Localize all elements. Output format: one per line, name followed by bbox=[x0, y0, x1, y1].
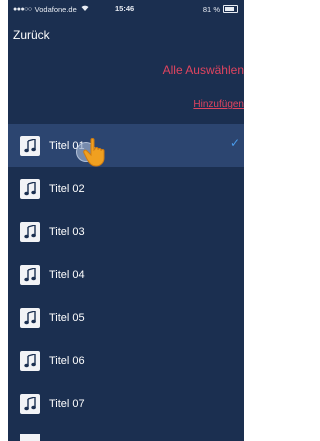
track-title: Titel 06 bbox=[49, 354, 85, 367]
track-row[interactable]: Titel 06 bbox=[8, 339, 244, 382]
status-right: 81 % bbox=[203, 5, 238, 14]
carrier-name: Vodafone.de bbox=[34, 4, 77, 14]
wifi-icon bbox=[81, 5, 89, 13]
music-note-icon bbox=[20, 307, 40, 328]
music-note-icon bbox=[20, 264, 40, 285]
music-note-icon bbox=[20, 221, 40, 242]
track-row[interactable]: Titel 03 bbox=[8, 210, 244, 253]
track-title: Titel 04 bbox=[49, 268, 85, 281]
track-title: Titel 02 bbox=[49, 182, 85, 195]
status-time: 15:46 bbox=[115, 4, 135, 13]
track-row[interactable]: Titel 05 bbox=[8, 296, 244, 339]
track-list: Titel 01 ✓ Titel 02 Titel 03 Titel 04 Ti… bbox=[8, 124, 244, 425]
track-row[interactable]: Titel 04 bbox=[8, 253, 244, 296]
select-all-button[interactable]: Alle Auswählen bbox=[163, 63, 244, 77]
track-title: Titel 03 bbox=[49, 225, 85, 238]
track-row[interactable]: Titel 07 bbox=[8, 382, 244, 425]
track-row[interactable]: Titel 01 ✓ bbox=[8, 124, 244, 167]
back-button[interactable]: Zurück bbox=[13, 28, 50, 42]
phone-screen: ●●●○○ Vodafone.de 15:46 81 % Zurück Alle… bbox=[8, 0, 244, 441]
music-note-icon bbox=[20, 393, 40, 414]
status-left: ●●●○○ Vodafone.de bbox=[13, 5, 89, 14]
track-title: Titel 07 bbox=[49, 397, 85, 410]
partial-music-note-icon bbox=[20, 434, 40, 441]
music-note-icon bbox=[20, 350, 40, 371]
tap-hand-icon bbox=[82, 136, 114, 173]
checkmark-icon: ✓ bbox=[229, 136, 240, 150]
signal-strength-icon: ●●●○○ bbox=[13, 5, 32, 13]
track-title: Titel 05 bbox=[49, 311, 85, 324]
add-button[interactable]: Hinzufügen bbox=[193, 99, 244, 110]
battery-percent: 81 % bbox=[202, 4, 220, 14]
status-bar: ●●●○○ Vodafone.de 15:46 81 % bbox=[8, 0, 244, 18]
battery-icon bbox=[223, 5, 238, 13]
music-note-icon bbox=[20, 178, 40, 199]
track-row[interactable]: Titel 02 bbox=[8, 167, 244, 210]
music-note-icon bbox=[20, 135, 40, 156]
